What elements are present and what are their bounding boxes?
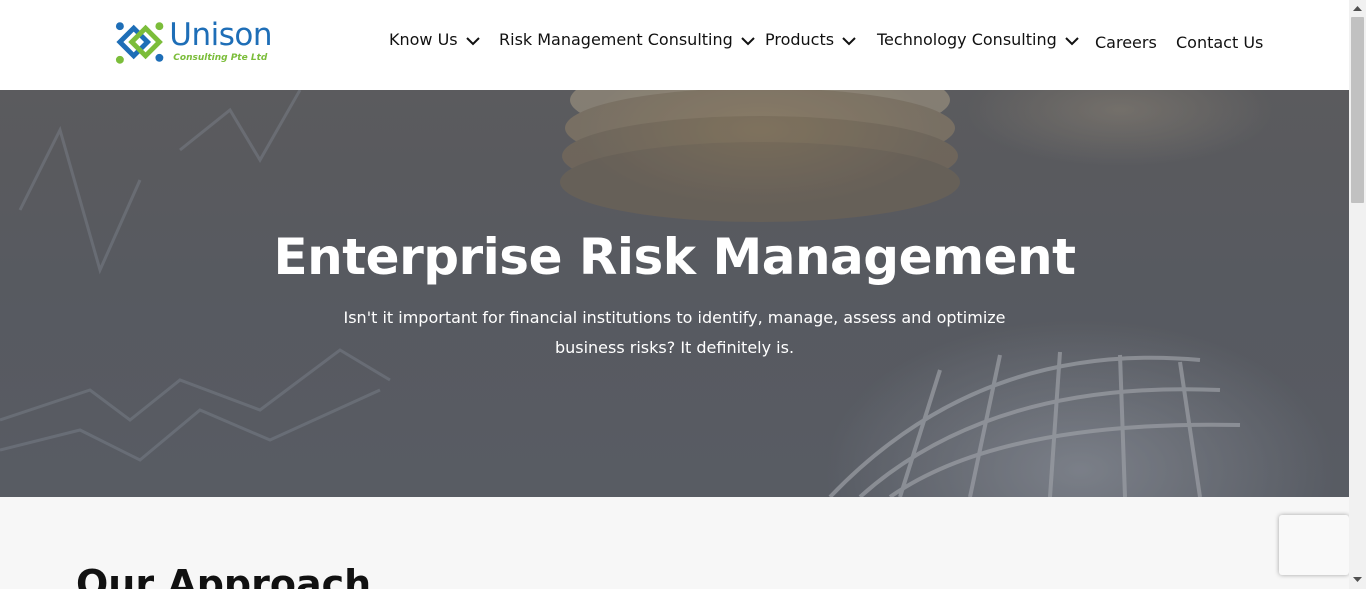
chevron-down-icon bbox=[465, 36, 480, 45]
page-scrollbar[interactable] bbox=[1349, 0, 1366, 589]
nav-item-label: Contact Us bbox=[1176, 33, 1264, 52]
section-heading: Our Approach bbox=[76, 562, 372, 589]
recaptcha-badge[interactable] bbox=[1279, 515, 1349, 575]
nav-item-label: Products bbox=[765, 30, 835, 49]
nav-item-label: Technology Consulting bbox=[877, 30, 1057, 49]
hero-banner: Enterprise Risk Management Isn't it impo… bbox=[0, 90, 1349, 497]
nav-item-know-us[interactable]: Know Us bbox=[389, 30, 480, 49]
chevron-down-icon bbox=[1065, 36, 1079, 45]
site-header: Unison Consulting Pte Ltd Know Us Risk M… bbox=[0, 0, 1349, 90]
nav-item-products[interactable]: Products bbox=[765, 30, 856, 49]
chevron-down-icon bbox=[842, 36, 856, 45]
nav-item-label: Know Us bbox=[389, 30, 458, 49]
nav-item-contact-us[interactable]: Contact Us bbox=[1176, 33, 1263, 52]
nav-item-label: Risk Management Consulting bbox=[499, 30, 733, 49]
hero-subtitle: Isn't it important for financial institu… bbox=[343, 308, 1006, 357]
nav-item-technology-consulting[interactable]: Technology Consulting bbox=[877, 30, 1079, 49]
scroll-down-arrow-icon[interactable] bbox=[1353, 576, 1362, 583]
nav-item-label: Careers bbox=[1095, 33, 1157, 52]
chevron-down-icon bbox=[741, 36, 755, 45]
hero-title: Enterprise Risk Management bbox=[273, 228, 1077, 286]
main-nav: Know Us Risk Management Consulting Produ… bbox=[0, 0, 1349, 90]
scrollbar-thumb[interactable] bbox=[1351, 17, 1364, 203]
nav-item-risk-management-consulting[interactable]: Risk Management Consulting bbox=[499, 30, 755, 49]
hero-background-image bbox=[0, 90, 1349, 497]
scroll-up-arrow-icon[interactable] bbox=[1353, 5, 1362, 12]
nav-item-careers[interactable]: Careers bbox=[1095, 33, 1157, 52]
